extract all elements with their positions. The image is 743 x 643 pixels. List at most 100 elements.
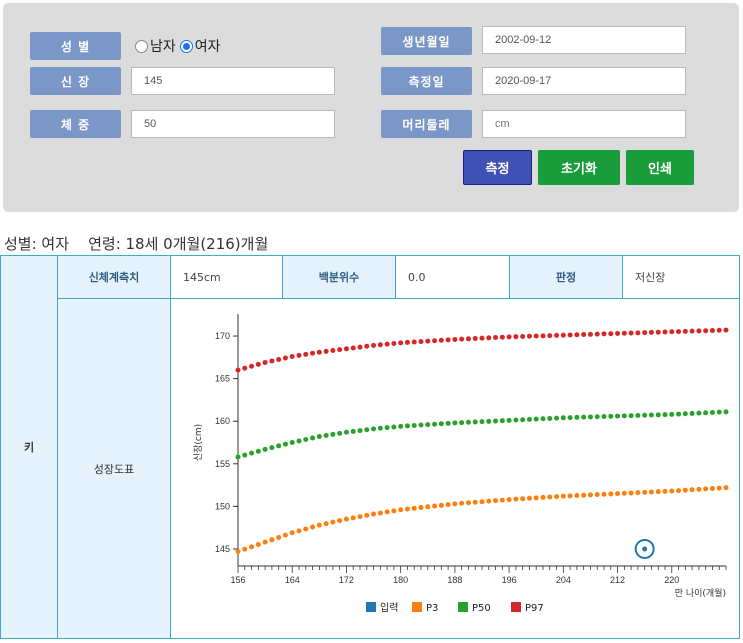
point-p97 xyxy=(404,339,410,345)
point-p3 xyxy=(648,489,654,495)
point-p3 xyxy=(499,497,505,503)
point-p50 xyxy=(547,415,553,421)
point-p50 xyxy=(703,410,709,416)
point-p3 xyxy=(364,512,370,518)
point-p50 xyxy=(269,445,275,451)
head-circumference-input[interactable]: cm xyxy=(482,110,686,138)
radio-female-label[interactable]: 여자 xyxy=(195,36,221,56)
point-p97 xyxy=(493,335,499,341)
point-p97 xyxy=(696,328,702,334)
point-p50 xyxy=(723,409,729,415)
point-p50 xyxy=(255,448,261,454)
point-p50 xyxy=(296,438,302,444)
point-p3 xyxy=(465,500,471,506)
point-p3 xyxy=(242,546,248,552)
point-p50 xyxy=(459,420,465,426)
radio-female[interactable] xyxy=(179,39,193,53)
birth-date-input[interactable]: 2002-09-12 xyxy=(482,26,686,54)
point-p50 xyxy=(608,413,614,419)
point-p97 xyxy=(513,334,519,340)
measure-value: 145cm xyxy=(171,256,283,299)
point-p50 xyxy=(709,409,715,415)
y-tick-label: 160 xyxy=(215,416,230,426)
growth-chart: 145 150 155 160 165 170 156 164 172 180 188 196 204 2… xyxy=(171,299,739,638)
point-p50 xyxy=(574,414,580,420)
point-p50 xyxy=(581,414,587,420)
point-p50 xyxy=(540,416,546,422)
point-p97 xyxy=(262,359,268,365)
point-p50 xyxy=(391,424,397,430)
input-point xyxy=(642,546,648,552)
point-p97 xyxy=(554,332,560,338)
percentile-value: 0.0 xyxy=(396,256,510,299)
point-p97 xyxy=(533,333,539,339)
point-p3 xyxy=(635,490,641,496)
point-p3 xyxy=(723,485,729,491)
point-p97 xyxy=(472,335,478,341)
point-p97 xyxy=(289,353,295,359)
point-p97 xyxy=(371,342,377,348)
point-p50 xyxy=(432,421,438,427)
point-p3 xyxy=(235,549,241,555)
legend-swatch xyxy=(366,602,376,612)
point-p50 xyxy=(452,420,458,426)
point-p97 xyxy=(642,330,648,336)
point-p97 xyxy=(465,336,471,342)
point-p97 xyxy=(689,328,695,334)
point-p50 xyxy=(526,416,532,422)
point-p50 xyxy=(310,435,316,441)
point-p3 xyxy=(540,494,546,500)
point-p97 xyxy=(303,351,309,357)
height-input[interactable]: 145 xyxy=(131,67,335,95)
x-tick-label: 172 xyxy=(339,575,354,585)
point-p97 xyxy=(432,338,438,344)
measure-button[interactable]: 측정 xyxy=(463,150,532,185)
gender-radio-group: 남자 여자 xyxy=(135,36,221,56)
point-p50 xyxy=(479,419,485,425)
point-p50 xyxy=(343,429,349,435)
point-p3 xyxy=(398,507,404,513)
point-p3 xyxy=(506,497,512,503)
point-p3 xyxy=(662,488,668,494)
x-tick-label: 220 xyxy=(664,575,679,585)
x-tick-label: 180 xyxy=(393,575,408,585)
point-p3 xyxy=(493,498,499,504)
point-p3 xyxy=(296,528,302,534)
point-p50 xyxy=(506,417,512,423)
point-p97 xyxy=(242,365,248,371)
point-p97 xyxy=(249,363,255,369)
point-p97 xyxy=(425,338,431,344)
gender-label: 성 별 xyxy=(30,32,121,60)
point-p3 xyxy=(554,494,560,500)
point-p3 xyxy=(520,496,526,502)
age-summary: 성별: 여자 연령: 18세 0개월(216)개월 xyxy=(4,235,269,253)
radio-male-label[interactable]: 남자 xyxy=(150,36,176,56)
point-p3 xyxy=(513,496,519,502)
measure-header: 신체계측치 xyxy=(58,256,171,299)
point-p50 xyxy=(276,443,282,449)
point-p50 xyxy=(676,411,682,417)
birth-date-label: 생년월일 xyxy=(381,27,472,55)
point-p3 xyxy=(282,532,288,538)
y-tick-label: 150 xyxy=(215,501,230,511)
point-p3 xyxy=(709,485,715,491)
reset-button[interactable]: 초기화 xyxy=(538,150,620,185)
point-p3 xyxy=(676,488,682,494)
point-p3 xyxy=(418,505,424,511)
weight-input[interactable]: 50 xyxy=(131,110,335,138)
point-p50 xyxy=(513,417,519,423)
print-button[interactable]: 인쇄 xyxy=(626,150,694,185)
point-p50 xyxy=(554,415,560,421)
point-p3 xyxy=(303,526,309,532)
radio-male[interactable] xyxy=(135,39,148,53)
weight-label: 체 중 xyxy=(30,110,121,138)
point-p97 xyxy=(418,339,424,345)
judgement-header: 판정 xyxy=(510,256,623,299)
point-p97 xyxy=(547,333,553,339)
point-p3 xyxy=(547,494,553,500)
point-p3 xyxy=(432,503,438,509)
measure-date-input[interactable]: 2020-09-17 xyxy=(482,67,686,95)
point-p97 xyxy=(316,349,322,355)
point-p50 xyxy=(662,412,668,418)
point-p50 xyxy=(716,409,722,415)
